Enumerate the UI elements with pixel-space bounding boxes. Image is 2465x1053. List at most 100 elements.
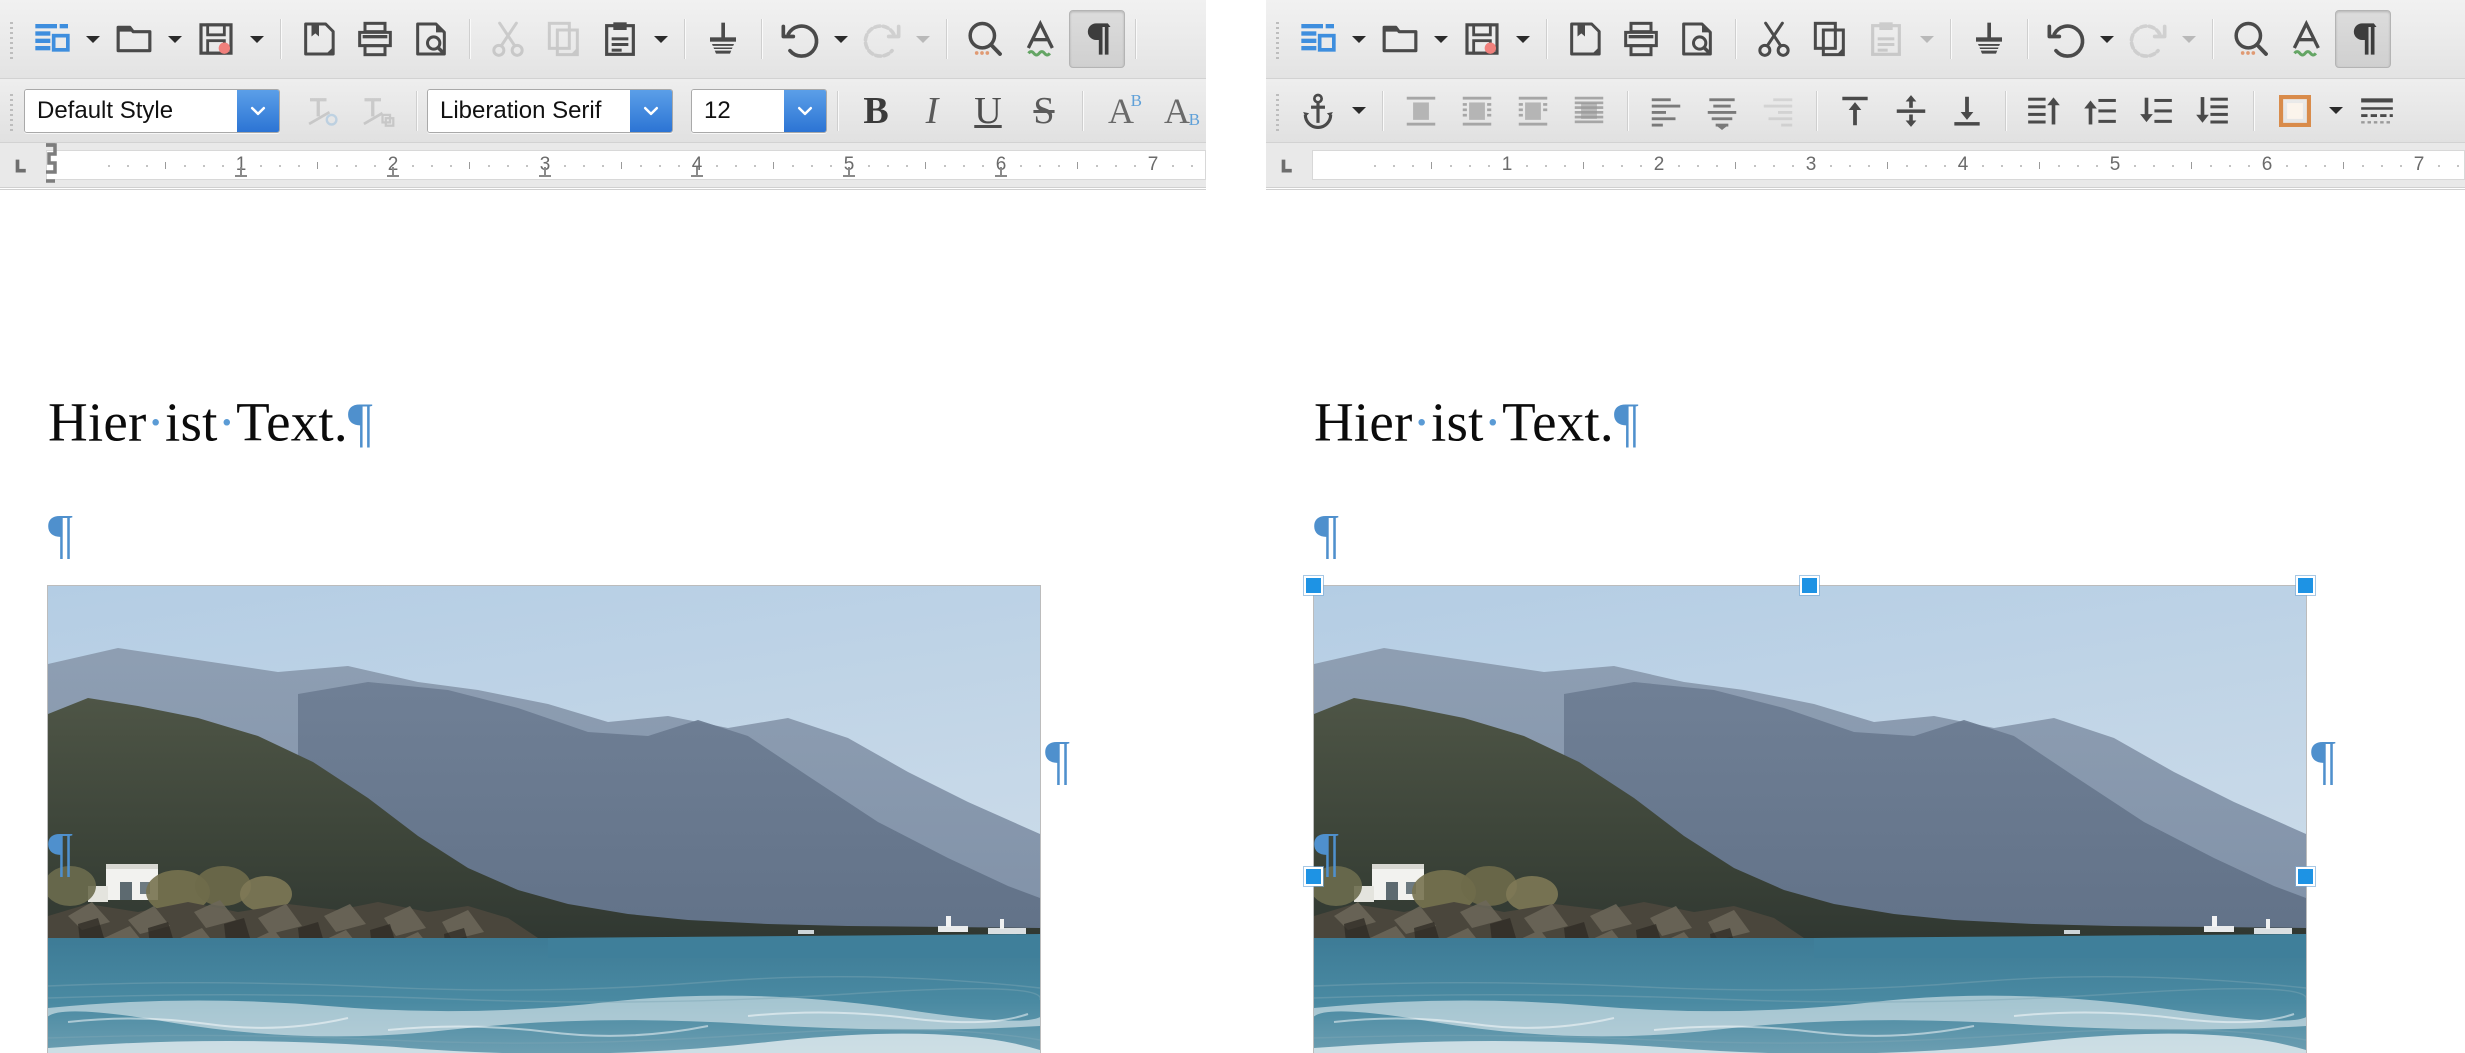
chevron-down-icon[interactable] bbox=[630, 90, 672, 132]
open-dropdown-arrow[interactable] bbox=[162, 11, 188, 67]
tab-selector-button[interactable] bbox=[0, 143, 46, 187]
copy-button[interactable] bbox=[1802, 10, 1858, 68]
undo-button[interactable] bbox=[2038, 10, 2094, 68]
new-doc-button[interactable] bbox=[24, 10, 80, 68]
export-pdf-button[interactable] bbox=[291, 10, 347, 68]
ruler-track-right[interactable]: 1234567 bbox=[1312, 150, 2465, 180]
page-left[interactable]: Hier·ist·Text.¶ ¶ bbox=[0, 189, 1206, 1053]
paste-dropdown-arrow[interactable] bbox=[648, 11, 674, 67]
ruler-tab-stop[interactable] bbox=[841, 167, 857, 178]
open-button[interactable] bbox=[106, 10, 162, 68]
undo-dropdown-arrow[interactable] bbox=[2094, 11, 2120, 67]
bring-forward-button[interactable] bbox=[2072, 82, 2128, 140]
border-style-dropdown-arrow[interactable] bbox=[2323, 83, 2349, 139]
print-button[interactable] bbox=[1613, 10, 1669, 68]
selection-handle-top-right[interactable] bbox=[2296, 576, 2315, 595]
align-center-button[interactable] bbox=[1694, 82, 1750, 140]
document-paragraph-1[interactable]: Hier·ist·Text.¶ bbox=[1314, 391, 1639, 454]
wrap-parallel-button[interactable] bbox=[1449, 82, 1505, 140]
toolbar-grip[interactable] bbox=[1272, 16, 1284, 62]
undo-button[interactable] bbox=[772, 10, 828, 68]
ruler-half-tick bbox=[773, 162, 774, 169]
save-button[interactable] bbox=[188, 10, 244, 68]
send-to-back-button[interactable] bbox=[2184, 82, 2240, 140]
toolbar-grip[interactable] bbox=[6, 16, 18, 62]
open-dropdown-arrow[interactable] bbox=[1428, 11, 1454, 67]
save-dropdown-arrow[interactable] bbox=[244, 11, 270, 67]
document-canvas-left[interactable]: Hier·ist·Text.¶ ¶ bbox=[0, 189, 1206, 1053]
ruler-minor-tick bbox=[127, 165, 129, 167]
toolbar-grip[interactable] bbox=[6, 88, 18, 134]
ruler-half-tick bbox=[1077, 162, 1078, 169]
align-top-button[interactable] bbox=[1827, 82, 1883, 140]
selection-handle-middle-right[interactable] bbox=[2296, 867, 2315, 886]
open-button[interactable] bbox=[1372, 10, 1428, 68]
undo-dropdown-arrow[interactable] bbox=[828, 11, 854, 67]
align-left-button[interactable] bbox=[1638, 82, 1694, 140]
superscript-button[interactable]: A B bbox=[1093, 82, 1149, 140]
export-pdf-button[interactable] bbox=[1557, 10, 1613, 68]
ruler-minor-tick bbox=[1172, 165, 1174, 167]
toolbar-separator bbox=[1816, 91, 1817, 131]
ruler-tab-stop[interactable] bbox=[233, 167, 249, 178]
selection-handle-top-left[interactable] bbox=[1304, 576, 1323, 595]
send-backward-button[interactable] bbox=[2128, 82, 2184, 140]
spelling-button[interactable] bbox=[1013, 10, 1069, 68]
print-button[interactable] bbox=[347, 10, 403, 68]
document-image[interactable] bbox=[1313, 585, 2307, 1053]
cut-button[interactable] bbox=[1746, 10, 1802, 68]
formatting-marks-button[interactable] bbox=[1069, 10, 1125, 68]
wrap-off-button[interactable] bbox=[1393, 82, 1449, 140]
wrap-through-button[interactable] bbox=[1561, 82, 1617, 140]
anchor-dropdown-arrow[interactable] bbox=[1346, 83, 1372, 139]
underline-button[interactable]: U bbox=[960, 82, 1016, 140]
ruler-track-left[interactable]: 1234567 bbox=[46, 150, 1206, 180]
font-name-combo[interactable]: Liberation Serif bbox=[427, 89, 673, 133]
bring-to-front-button[interactable] bbox=[2016, 82, 2072, 140]
spelling-button[interactable] bbox=[2279, 10, 2335, 68]
document-image[interactable] bbox=[47, 585, 1041, 1053]
ruler-minor-tick bbox=[412, 165, 414, 167]
italic-button[interactable]: I bbox=[904, 82, 960, 140]
anchor-button[interactable] bbox=[1290, 82, 1346, 140]
clone-formatting-button[interactable] bbox=[1961, 10, 2017, 68]
find-replace-button[interactable] bbox=[2223, 10, 2279, 68]
align-bottom-button[interactable] bbox=[1939, 82, 1995, 140]
print-preview-button[interactable] bbox=[1669, 10, 1725, 68]
border-style-button[interactable] bbox=[2267, 82, 2323, 140]
new-doc-dropdown-arrow[interactable] bbox=[80, 11, 106, 67]
new-doc-button[interactable] bbox=[1290, 10, 1346, 68]
horizontal-ruler-right[interactable]: 1234567 bbox=[1266, 143, 2465, 188]
strikethrough-button[interactable]: S bbox=[1016, 82, 1072, 140]
tab-selector-button[interactable] bbox=[1266, 143, 1312, 187]
chevron-down-icon[interactable] bbox=[237, 90, 279, 132]
document-canvas-right[interactable]: Hier·ist·Text.¶ ¶ bbox=[1266, 189, 2465, 1053]
clone-formatting-button[interactable] bbox=[695, 10, 751, 68]
horizontal-ruler-left[interactable]: 1234567 bbox=[0, 143, 1206, 188]
chevron-down-icon[interactable] bbox=[784, 90, 826, 132]
ruler-tab-stop[interactable] bbox=[993, 167, 1009, 178]
pilcrow-icon: ¶ bbox=[1614, 392, 1639, 453]
paste-button[interactable] bbox=[592, 10, 648, 68]
formatting-marks-button[interactable] bbox=[2335, 10, 2391, 68]
selection-handle-top-center[interactable] bbox=[1800, 576, 1819, 595]
save-dropdown-arrow[interactable] bbox=[1510, 11, 1536, 67]
font-size-combo[interactable]: 12 bbox=[691, 89, 827, 133]
paragraph-style-combo[interactable]: Default Style bbox=[24, 89, 280, 133]
bold-button[interactable]: B bbox=[848, 82, 904, 140]
ruler-tab-stop[interactable] bbox=[385, 167, 401, 178]
wrap-optimal-button[interactable] bbox=[1505, 82, 1561, 140]
ruler-half-tick bbox=[1431, 162, 1432, 169]
toolbar-grip[interactable] bbox=[1272, 88, 1284, 134]
page-right[interactable]: Hier·ist·Text.¶ ¶ bbox=[1266, 189, 2465, 1053]
border-lines-button[interactable] bbox=[2349, 82, 2405, 140]
new-doc-dropdown-arrow[interactable] bbox=[1346, 11, 1372, 67]
subscript-button[interactable]: A B bbox=[1149, 82, 1205, 140]
ruler-tab-stop[interactable] bbox=[537, 167, 553, 178]
ruler-tab-stop[interactable] bbox=[689, 167, 705, 178]
document-paragraph-1[interactable]: Hier·ist·Text.¶ bbox=[48, 391, 373, 454]
find-replace-button[interactable] bbox=[957, 10, 1013, 68]
align-middle-button[interactable] bbox=[1883, 82, 1939, 140]
print-preview-button[interactable] bbox=[403, 10, 459, 68]
save-button[interactable] bbox=[1454, 10, 1510, 68]
